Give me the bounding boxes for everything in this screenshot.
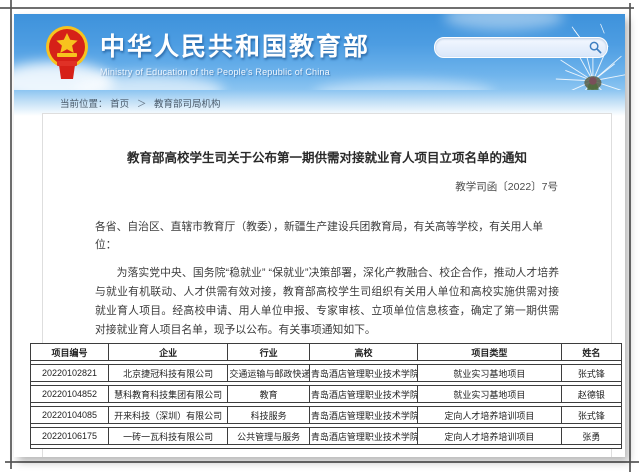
column-header: 高校 [309,344,417,361]
table-body: 20220102821北京捷冠科技有限公司交通运输与邮政快递青岛酒店管理职业技术… [31,361,622,449]
column-header: 项目类型 [418,344,562,361]
table-cell: 张式锋 [561,365,621,382]
table-cell: 科技服务 [228,407,310,424]
table-spacer-cell [31,445,622,449]
table-spacer-row [31,445,622,449]
table-row: 20220104852慧科教育科技集团有限公司教育青岛酒店管理职业技术学院就业实… [31,386,622,403]
table-header-row: 项目编号企业行业高校项目类型姓名 [31,344,622,361]
document-title: 教育部高校学生司关于公布第一期供需对接就业育人项目立项名单的通知 [83,147,571,166]
table-cell: 青岛酒店管理职业技术学院 [309,407,417,424]
breadcrumb-separator: ＞ [137,99,147,110]
document-body-paragraph: 为落实党中央、国务院“稳就业” “保就业”决策部署，深化产教融合、校企合作，推动… [95,264,559,341]
breadcrumb-link-home[interactable]: 首页 [110,99,129,110]
table-cell: 交通运输与邮政快递 [228,365,310,382]
table-cell: 就业实习基地项目 [418,386,562,403]
table-cell: 公共管理与服务 [228,428,310,445]
column-header: 姓名 [561,344,621,361]
table-cell: 定向人才培养培训项目 [418,428,562,445]
frame-line-left [10,0,12,469]
table-cell: 青岛酒店管理职业技术学院 [309,428,417,445]
table-cell: 北京捷冠科技有限公司 [109,365,228,382]
site-header: 中华人民共和国教育部 Ministry of Education of the … [14,14,625,90]
table-cell: 张勇 [561,428,621,445]
search-box[interactable] [434,37,608,58]
breadcrumb-link-section[interactable]: 教育部司局机构 [154,99,221,110]
website-screenshot: 中华人民共和国教育部 Ministry of Education of the … [14,14,625,457]
table-cell: 20220104085 [31,407,109,424]
cloud-decoration [444,14,564,30]
table-row: 20220106175一砖一瓦科技有限公司公共管理与服务青岛酒店管理职业技术学院… [31,428,622,445]
document-salutation: 各省、自治区、直辖市教育厅（教委），新疆生产建设兵团教育局，有关高等学校，有关用… [95,218,559,255]
table-cell: 慧科教育科技集团有限公司 [109,386,228,403]
project-list-table: 项目编号企业行业高校项目类型姓名 20220102821北京捷冠科技有限公司交通… [30,343,622,449]
table-cell: 一砖一瓦科技有限公司 [109,428,228,445]
breadcrumb-prefix: 当前位置： [60,99,108,110]
frame-line-top [0,7,634,9]
search-input[interactable] [443,39,582,56]
search-icon[interactable] [589,41,602,54]
frame-line-right [629,3,631,472]
site-title-block: 中华人民共和国教育部 Ministry of Education of the … [100,27,370,77]
column-header: 项目编号 [31,344,109,361]
table-cell: 青岛酒店管理职业技术学院 [309,365,417,382]
national-emblem [44,23,90,81]
table-cell: 开来科技（深圳）有限公司 [109,407,228,424]
site-subtitle-english: Ministry of Education of the People's Re… [100,67,370,77]
document-number: 教学司函〔2022〕7号 [96,179,558,194]
table-header-row: 项目编号企业行业高校项目类型姓名 [31,344,622,361]
frame-line-bottom [5,461,639,463]
table-row: 20220104085开来科技（深圳）有限公司科技服务青岛酒店管理职业技术学院定… [31,407,622,424]
table-cell: 青岛酒店管理职业技术学院 [309,386,417,403]
table-cell: 赵德银 [561,386,621,403]
table-cell: 20220102821 [31,365,109,382]
column-header: 行业 [228,344,310,361]
framed-screenshot-page: 中华人民共和国教育部 Ministry of Education of the … [0,0,639,472]
site-title: 中华人民共和国教育部 [100,27,370,63]
table-cell: 就业实习基地项目 [418,365,562,382]
table-cell: 张式锋 [561,407,621,424]
breadcrumb: 当前位置： 首页 ＞ 教育部司局机构 [60,96,220,110]
column-header: 企业 [109,344,228,361]
table-cell: 教育 [228,386,310,403]
table-cell: 定向人才培养培训项目 [418,407,562,424]
table-row: 20220102821北京捷冠科技有限公司交通运输与邮政快递青岛酒店管理职业技术… [31,365,622,382]
table-cell: 20220104852 [31,386,109,403]
table-cell: 20220106175 [31,428,109,445]
